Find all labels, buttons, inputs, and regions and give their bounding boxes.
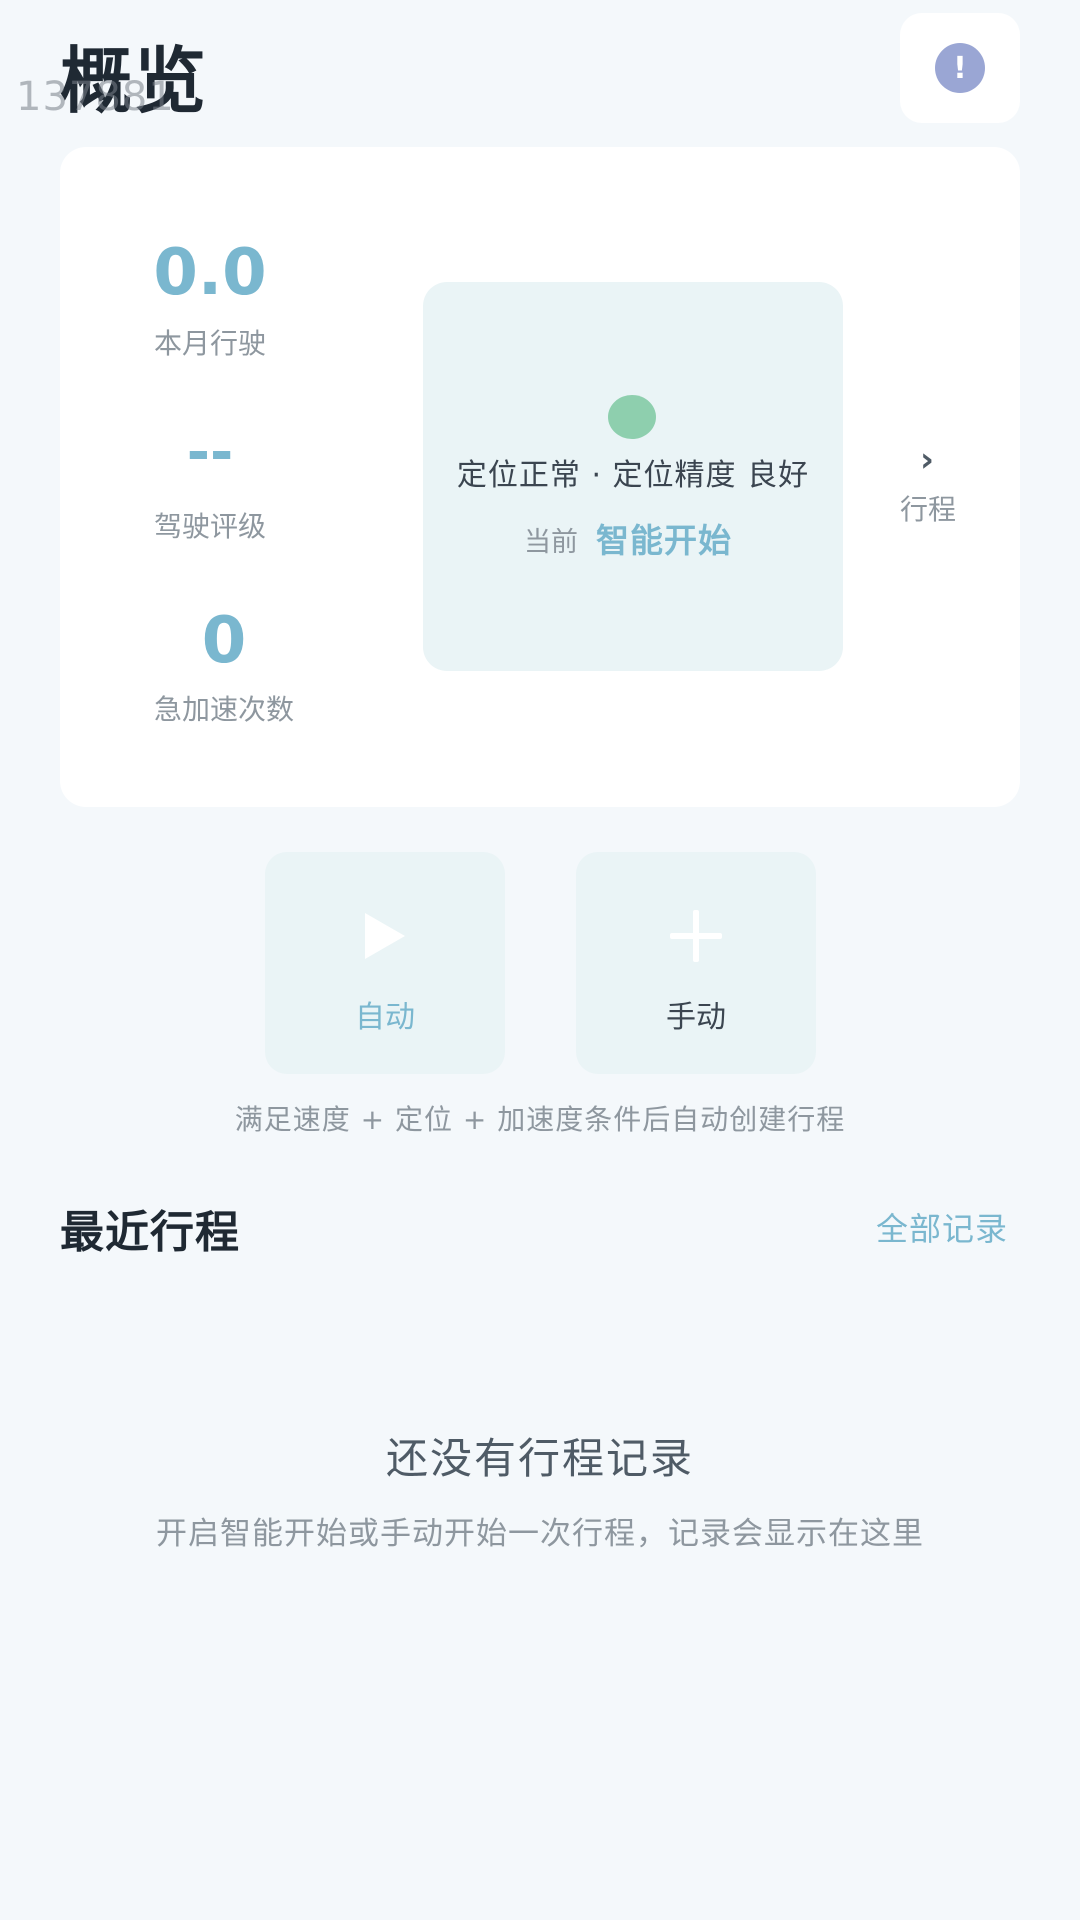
manual-mode-button[interactable]: 手动 bbox=[576, 852, 816, 1074]
driving-rating-value: -- bbox=[186, 420, 234, 485]
play-icon bbox=[365, 913, 405, 959]
status-dot bbox=[608, 395, 656, 439]
exclamation-icon: ! bbox=[935, 43, 985, 93]
plus-icon bbox=[670, 910, 722, 962]
monthly-distance-label: 本月行驶 bbox=[153, 327, 266, 360]
hard-accel-value: 0 bbox=[201, 604, 247, 678]
manual-mode-label: 手动 bbox=[666, 1000, 726, 1035]
overlay-number: 137881 bbox=[16, 74, 175, 120]
empty-state-description: 开启智能开始或手动开始一次行程，记录会显示在这里 bbox=[156, 1516, 924, 1552]
auto-mode-button[interactable]: 自动 bbox=[265, 852, 505, 1074]
current-mode-value: 智能开始 bbox=[596, 521, 732, 560]
recent-trips-title: 最近行程 bbox=[60, 1207, 240, 1258]
chevron-right-icon: › bbox=[920, 440, 935, 480]
auto-mode-label: 自动 bbox=[355, 1000, 415, 1035]
trip-link-label: 行程 bbox=[900, 493, 957, 526]
location-status-text: 定位正常 · 定位精度 良好 bbox=[456, 458, 810, 493]
current-mode-label: 当前 bbox=[524, 527, 578, 558]
empty-state-title: 还没有行程记录 bbox=[385, 1434, 694, 1483]
alert-button[interactable]: ! bbox=[900, 13, 1020, 123]
driving-rating-label: 驾驶评级 bbox=[153, 510, 266, 543]
all-records-link[interactable]: 全部记录 bbox=[876, 1204, 1008, 1250]
hard-accel-label: 急加速次数 bbox=[153, 693, 294, 726]
monthly-distance-value: 0.0 bbox=[153, 236, 267, 310]
mode-hint: 满足速度 + 定位 + 加速度条件后自动创建行程 bbox=[234, 1103, 846, 1136]
